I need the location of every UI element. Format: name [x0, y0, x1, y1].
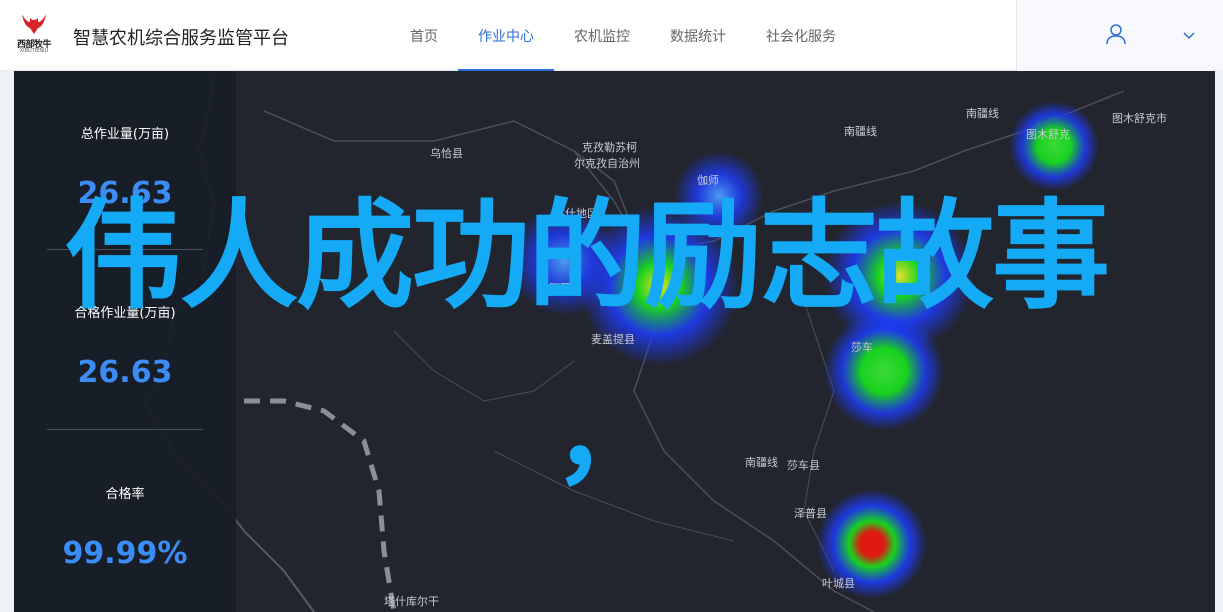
map-label-south-xj3: 南疆线 [745, 456, 778, 469]
stat-divider [47, 429, 203, 430]
stat-label: 总作业量(万亩) [80, 127, 170, 142]
bull-logo-icon [22, 14, 46, 34]
map-panel: 乌恰县 克孜勒苏柯 尔克孜自治州 喀什地区 伽师 阿图 麦盖提县 南疆线 南疆线… [14, 71, 1215, 612]
stat-pass-rate: 合格率 99.99% [14, 483, 236, 571]
map-label-taxkorgan: 塔什库尔干 [384, 595, 439, 608]
chevron-down-icon[interactable] [1182, 30, 1196, 40]
nav-social-service[interactable]: 社会化服务 [746, 0, 856, 71]
nav-statistics[interactable]: 数据统计 [650, 0, 746, 71]
stats-panel: 总作业量(万亩) 26.63 合格作业量(万亩) 26.63 合格率 99.99… [14, 71, 236, 612]
stat-value: 26.63 [77, 355, 173, 390]
overlay-watermark-title: 伟人成功的励志故事 [64, 187, 1110, 325]
logo: 西部牧牛 XIBUTIENIU [12, 12, 56, 56]
map-label-kizilsu: 克孜勒苏柯 [582, 141, 637, 154]
map-label-tumxuk: 图木舒克市 [1112, 112, 1167, 125]
user-icon[interactable] [1105, 23, 1127, 45]
stat-value: 99.99% [62, 536, 188, 571]
map-label-south-xj2: 南疆线 [966, 107, 999, 120]
map-label-south-xj: 南疆线 [844, 125, 877, 138]
map-label-zepu: 泽普县 [794, 507, 827, 520]
top-header: 西部牧牛 XIBUTIENIU 智慧农机综合服务监管平台 首页 作业中心 农机监… [0, 0, 1223, 71]
map-label-wuqia: 乌恰县 [430, 147, 463, 160]
nav-work-center[interactable]: 作业中心 [458, 0, 554, 71]
nav-machine-monitor[interactable]: 农机监控 [554, 0, 650, 71]
user-menu[interactable] [1016, 0, 1223, 71]
map-label-kizilsu2: 尔克孜自治州 [574, 157, 640, 170]
map-label-yecheng: 叶城县 [822, 577, 855, 590]
map-label-shache: 莎车 [851, 341, 873, 354]
logo-subtext: XIBUTIENIU [19, 48, 49, 54]
map-label-maigaiti: 麦盖提县 [591, 333, 635, 346]
stat-label: 合格率 [105, 487, 145, 502]
map-label-shache-county: 莎车县 [787, 459, 820, 472]
nav-home[interactable]: 首页 [390, 0, 458, 71]
main-nav: 首页 作业中心 农机监控 数据统计 社会化服务 [390, 0, 856, 71]
app-title: 智慧农机综合服务监管平台 [73, 28, 289, 49]
map-label-tumxuk2: 图木舒克 [1026, 128, 1070, 141]
overlay-watermark-comma: ， [553, 371, 663, 499]
